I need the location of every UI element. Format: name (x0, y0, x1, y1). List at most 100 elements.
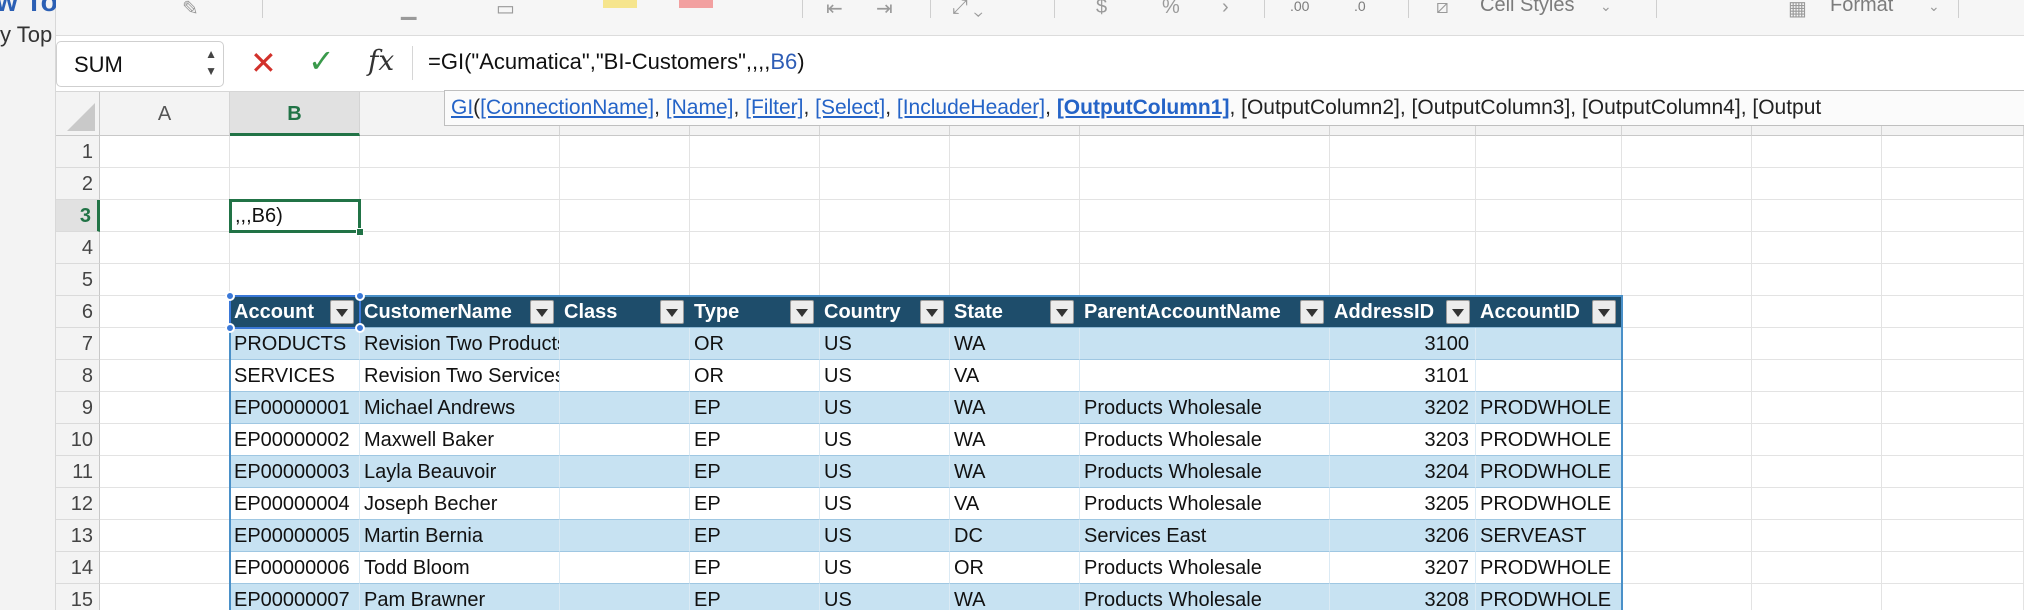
tooltip-argument-link[interactable]: [Name] (666, 96, 734, 119)
table-cell[interactable]: EP (690, 488, 820, 520)
table-cell[interactable]: US (820, 392, 950, 424)
row-header[interactable]: 3 (56, 200, 100, 232)
cell[interactable] (1622, 328, 1752, 360)
cell[interactable] (1622, 296, 1752, 328)
cell[interactable] (820, 168, 950, 200)
cell[interactable] (360, 136, 560, 168)
cell[interactable] (1622, 264, 1752, 296)
cell[interactable] (1080, 264, 1330, 296)
cell[interactable] (1476, 232, 1622, 264)
filter-dropdown-icon[interactable] (790, 300, 814, 324)
table-header-cell[interactable]: Account (230, 296, 360, 328)
filter-dropdown-icon[interactable] (1446, 300, 1470, 324)
table-cell[interactable]: PRODWHOLE (1476, 552, 1622, 584)
table-cell[interactable]: VA (950, 360, 1080, 392)
decrease-decimal-button[interactable]: .0 (1354, 0, 1366, 14)
cell[interactable] (690, 264, 820, 296)
table-cell[interactable]: US (820, 360, 950, 392)
row-header[interactable]: 2 (56, 168, 100, 200)
table-cell[interactable]: PRODWHOLE (1476, 488, 1622, 520)
reference-resize-handle[interactable] (225, 323, 235, 333)
table-header-cell[interactable]: AccountID (1476, 296, 1622, 328)
table-cell[interactable]: OR (950, 552, 1080, 584)
table-cell[interactable]: PRODWHOLE (1476, 456, 1622, 488)
table-cell[interactable]: EP (690, 456, 820, 488)
cell[interactable] (1882, 520, 2024, 552)
cell[interactable] (690, 232, 820, 264)
cell[interactable] (360, 168, 560, 200)
row-header[interactable]: 6 (56, 296, 100, 328)
cell[interactable] (100, 328, 230, 360)
cell[interactable] (1622, 488, 1752, 520)
column-header[interactable]: A (100, 92, 230, 136)
table-cell[interactable]: US (820, 552, 950, 584)
chevron-down-icon[interactable]: ⌄ (1600, 0, 1612, 15)
format-icon[interactable]: ▦ (1788, 0, 1807, 21)
table-cell[interactable]: Products Wholesale (1080, 456, 1330, 488)
cell[interactable] (100, 488, 230, 520)
name-box-stepper-icon[interactable]: ▲ ▼ (205, 46, 217, 80)
table-cell[interactable]: EP00000001 (230, 392, 360, 424)
filter-dropdown-icon[interactable] (1592, 300, 1616, 324)
cell[interactable] (100, 200, 230, 232)
filter-dropdown-icon[interactable] (1050, 300, 1074, 324)
cell[interactable] (360, 232, 560, 264)
cell[interactable] (560, 232, 690, 264)
cell[interactable] (820, 264, 950, 296)
table-cell[interactable]: WA (950, 584, 1080, 610)
cell[interactable] (100, 552, 230, 584)
cell[interactable] (690, 168, 820, 200)
table-cell[interactable]: US (820, 520, 950, 552)
row-header[interactable]: 9 (56, 392, 100, 424)
border-icon[interactable]: ▭ (496, 0, 515, 21)
table-cell[interactable]: 3100 (1330, 328, 1476, 360)
cell[interactable] (1476, 168, 1622, 200)
percent-icon[interactable]: % (1162, 0, 1180, 19)
cell[interactable] (1622, 200, 1752, 232)
cell[interactable] (1752, 456, 1882, 488)
cell[interactable] (100, 360, 230, 392)
table-cell[interactable]: SERVEAST (1476, 520, 1622, 552)
orientation-icon[interactable]: ⤢ ⌄ (952, 0, 983, 19)
cell[interactable] (1882, 456, 2024, 488)
row-header[interactable]: 10 (56, 424, 100, 456)
table-cell[interactable]: Services East (1080, 520, 1330, 552)
cell[interactable] (690, 136, 820, 168)
cell[interactable] (1882, 168, 2024, 200)
cell[interactable] (100, 424, 230, 456)
cell[interactable] (1752, 392, 1882, 424)
cell[interactable] (1752, 232, 1882, 264)
fill-handle[interactable] (356, 228, 364, 236)
table-cell[interactable]: EP00000005 (230, 520, 360, 552)
cell[interactable] (1622, 584, 1752, 610)
table-cell[interactable]: EP00000003 (230, 456, 360, 488)
cell[interactable] (820, 232, 950, 264)
table-cell[interactable]: Revision Two Products (360, 328, 560, 360)
cell[interactable] (360, 200, 560, 232)
table-cell[interactable]: Products Wholesale (1080, 584, 1330, 610)
cell[interactable] (950, 264, 1080, 296)
cell[interactable] (1882, 328, 2024, 360)
increase-indent-icon[interactable]: ⇥ (876, 0, 893, 21)
cell[interactable] (100, 264, 230, 296)
table-header-cell[interactable]: ParentAccountName (1080, 296, 1330, 328)
cell[interactable] (1622, 168, 1752, 200)
table-cell[interactable] (560, 392, 690, 424)
table-cell[interactable] (560, 552, 690, 584)
table-cell[interactable]: DC (950, 520, 1080, 552)
tooltip-argument-link[interactable]: [IncludeHeader] (897, 96, 1045, 119)
cell[interactable] (1752, 168, 1882, 200)
table-cell[interactable]: 3202 (1330, 392, 1476, 424)
row-header[interactable]: 5 (56, 264, 100, 296)
cell[interactable] (100, 296, 230, 328)
cell[interactable] (820, 200, 950, 232)
table-cell[interactable]: Todd Bloom (360, 552, 560, 584)
worksheet-grid[interactable]: A B 1 2 3 4 5 6 7 8 9 10 11 12 13 14 15 ,,,B6) Account Cust… (56, 92, 2024, 610)
cell[interactable] (1882, 136, 2024, 168)
name-box[interactable]: SUM ▲ ▼ (56, 41, 224, 87)
cell[interactable] (100, 392, 230, 424)
table-cell[interactable] (560, 328, 690, 360)
cell[interactable] (1752, 488, 1882, 520)
table-cell[interactable]: OR (690, 328, 820, 360)
cell[interactable] (100, 136, 230, 168)
